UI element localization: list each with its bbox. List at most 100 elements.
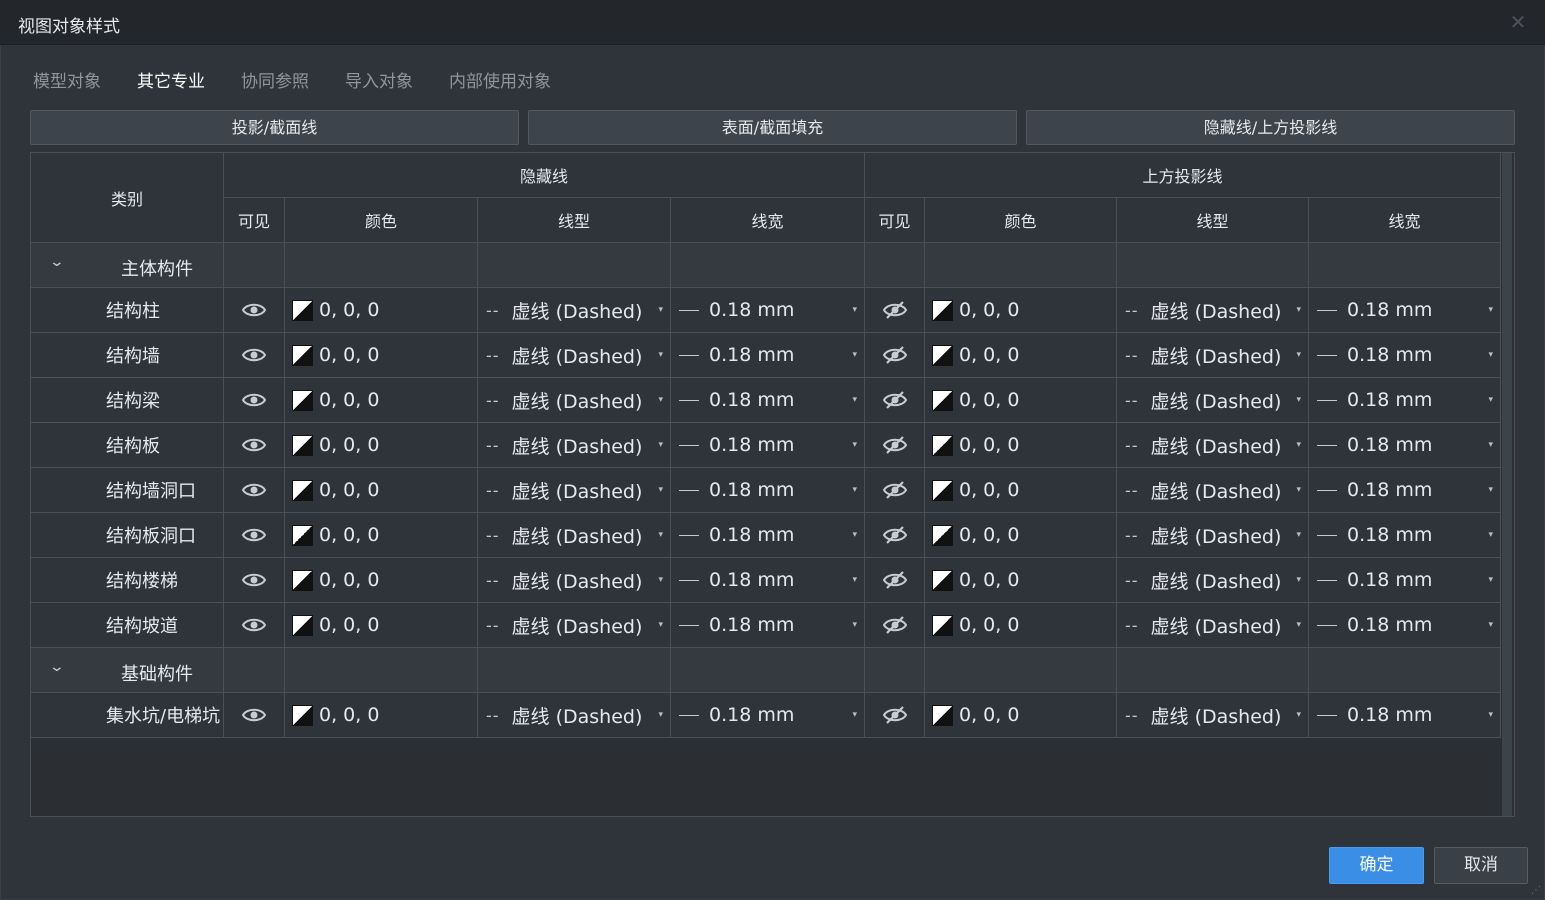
dropdown-arrow-icon[interactable]: ▾ [658,620,663,630]
dropdown-arrow-icon[interactable]: ▾ [852,620,857,630]
linetype-dropdown[interactable]: -- 虚线 (Dashed) ▾ [478,603,671,648]
dropdown-arrow-icon[interactable]: ▾ [658,440,663,450]
eye-off-icon[interactable] [881,525,909,545]
subtab-hidden-above-lines[interactable]: 隐藏线/上方投影线 [1026,110,1515,145]
color-picker[interactable]: 0, 0, 0 [925,693,1117,738]
color-picker[interactable]: 0, 0, 0 [925,333,1117,378]
linetype-dropdown[interactable]: -- 虚线 (Dashed) ▾ [478,693,671,738]
lineweight-dropdown[interactable]: 0.18 mm ▾ [1309,288,1501,333]
eye-off-icon[interactable] [881,345,909,365]
lineweight-dropdown[interactable]: 0.18 mm ▾ [671,333,865,378]
color-picker[interactable]: 0, 0, 0 [285,558,478,603]
visibility-toggle[interactable] [224,378,285,423]
tab-collaboration-reference[interactable]: 协同参照 [241,67,309,93]
linetype-dropdown[interactable]: -- 虚线 (Dashed) ▾ [1117,558,1309,603]
visibility-toggle[interactable] [865,558,925,603]
dropdown-arrow-icon[interactable]: ▾ [1296,575,1301,585]
dropdown-arrow-icon[interactable]: ▾ [852,305,857,315]
dropdown-arrow-icon[interactable]: ▾ [852,530,857,540]
dropdown-arrow-icon[interactable]: ▾ [852,440,857,450]
color-picker[interactable]: 0, 0, 0 [285,423,478,468]
visibility-toggle[interactable] [224,288,285,333]
dropdown-arrow-icon[interactable]: ▾ [658,575,663,585]
group-row[interactable]: ⌄ 基础构件 [31,648,224,693]
visibility-toggle[interactable] [224,468,285,513]
ok-button[interactable]: 确定 [1329,847,1424,884]
linetype-dropdown[interactable]: -- 虚线 (Dashed) ▾ [1117,603,1309,648]
color-picker[interactable]: 0, 0, 0 [285,378,478,423]
dropdown-arrow-icon[interactable]: ▾ [1488,620,1493,630]
color-picker[interactable]: 0, 0, 0 [285,603,478,648]
group-row[interactable]: ⌄ 主体构件 [31,243,224,288]
cancel-button[interactable]: 取消 [1434,847,1528,884]
eye-icon[interactable] [240,300,268,320]
lineweight-dropdown[interactable]: 0.18 mm ▾ [671,288,865,333]
lineweight-dropdown[interactable]: 0.18 mm ▾ [1309,468,1501,513]
dropdown-arrow-icon[interactable]: ▾ [1488,485,1493,495]
linetype-dropdown[interactable]: -- 虚线 (Dashed) ▾ [478,558,671,603]
linetype-dropdown[interactable]: -- 虚线 (Dashed) ▾ [478,333,671,378]
dropdown-arrow-icon[interactable]: ▾ [852,395,857,405]
color-picker[interactable]: 0, 0, 0 [285,288,478,333]
dropdown-arrow-icon[interactable]: ▾ [658,485,663,495]
dropdown-arrow-icon[interactable]: ▾ [1488,305,1493,315]
dropdown-arrow-icon[interactable]: ▾ [1296,620,1301,630]
linetype-dropdown[interactable]: -- 虚线 (Dashed) ▾ [478,468,671,513]
lineweight-dropdown[interactable]: 0.18 mm ▾ [1309,333,1501,378]
tab-internal-objects[interactable]: 内部使用对象 [449,67,551,93]
lineweight-dropdown[interactable]: 0.18 mm ▾ [671,378,865,423]
linetype-dropdown[interactable]: -- 虚线 (Dashed) ▾ [478,513,671,558]
eye-off-icon[interactable] [881,480,909,500]
tab-other-disciplines[interactable]: 其它专业 [137,67,205,93]
dropdown-arrow-icon[interactable]: ▾ [1296,485,1301,495]
close-icon[interactable]: ✕ [1509,12,1527,32]
eye-icon[interactable] [240,345,268,365]
color-picker[interactable]: 0, 0, 0 [925,603,1117,648]
visibility-toggle[interactable] [865,468,925,513]
linetype-dropdown[interactable]: -- 虚线 (Dashed) ▾ [1117,423,1309,468]
visibility-toggle[interactable] [865,513,925,558]
dropdown-arrow-icon[interactable]: ▾ [658,710,663,720]
eye-off-icon[interactable] [881,615,909,635]
color-picker[interactable]: 0, 0, 0 [925,423,1117,468]
eye-off-icon[interactable] [881,705,909,725]
visibility-toggle[interactable] [865,693,925,738]
dropdown-arrow-icon[interactable]: ▾ [1488,395,1493,405]
chevron-down-icon[interactable]: ⌄ [49,254,65,270]
dropdown-arrow-icon[interactable]: ▾ [658,395,663,405]
dropdown-arrow-icon[interactable]: ▾ [1296,350,1301,360]
lineweight-dropdown[interactable]: 0.18 mm ▾ [1309,693,1501,738]
linetype-dropdown[interactable]: -- 虚线 (Dashed) ▾ [1117,513,1309,558]
linetype-dropdown[interactable]: -- 虚线 (Dashed) ▾ [1117,288,1309,333]
eye-icon[interactable] [240,480,268,500]
eye-icon[interactable] [240,570,268,590]
dropdown-arrow-icon[interactable]: ▾ [1488,575,1493,585]
tab-model-objects[interactable]: 模型对象 [33,67,101,93]
dropdown-arrow-icon[interactable]: ▾ [1296,305,1301,315]
dropdown-arrow-icon[interactable]: ▾ [852,710,857,720]
eye-icon[interactable] [240,615,268,635]
lineweight-dropdown[interactable]: 0.18 mm ▾ [671,693,865,738]
dropdown-arrow-icon[interactable]: ▾ [1488,440,1493,450]
visibility-toggle[interactable] [224,513,285,558]
lineweight-dropdown[interactable]: 0.18 mm ▾ [671,513,865,558]
lineweight-dropdown[interactable]: 0.18 mm ▾ [671,468,865,513]
subtab-projection-section-lines[interactable]: 投影/截面线 [30,110,519,145]
lineweight-dropdown[interactable]: 0.18 mm ▾ [1309,513,1501,558]
eye-off-icon[interactable] [881,300,909,320]
color-picker[interactable]: 0, 0, 0 [285,468,478,513]
tab-imported-objects[interactable]: 导入对象 [345,67,413,93]
visibility-toggle[interactable] [865,378,925,423]
lineweight-dropdown[interactable]: 0.18 mm ▾ [671,603,865,648]
lineweight-dropdown[interactable]: 0.18 mm ▾ [671,558,865,603]
lineweight-dropdown[interactable]: 0.18 mm ▾ [1309,558,1501,603]
visibility-toggle[interactable] [224,603,285,648]
color-picker[interactable]: 0, 0, 0 [285,693,478,738]
linetype-dropdown[interactable]: -- 虚线 (Dashed) ▾ [1117,468,1309,513]
visibility-toggle[interactable] [865,288,925,333]
color-picker[interactable]: 0, 0, 0 [925,378,1117,423]
linetype-dropdown[interactable]: -- 虚线 (Dashed) ▾ [1117,378,1309,423]
eye-icon[interactable] [240,435,268,455]
dropdown-arrow-icon[interactable]: ▾ [1296,710,1301,720]
color-picker[interactable]: 0, 0, 0 [925,558,1117,603]
